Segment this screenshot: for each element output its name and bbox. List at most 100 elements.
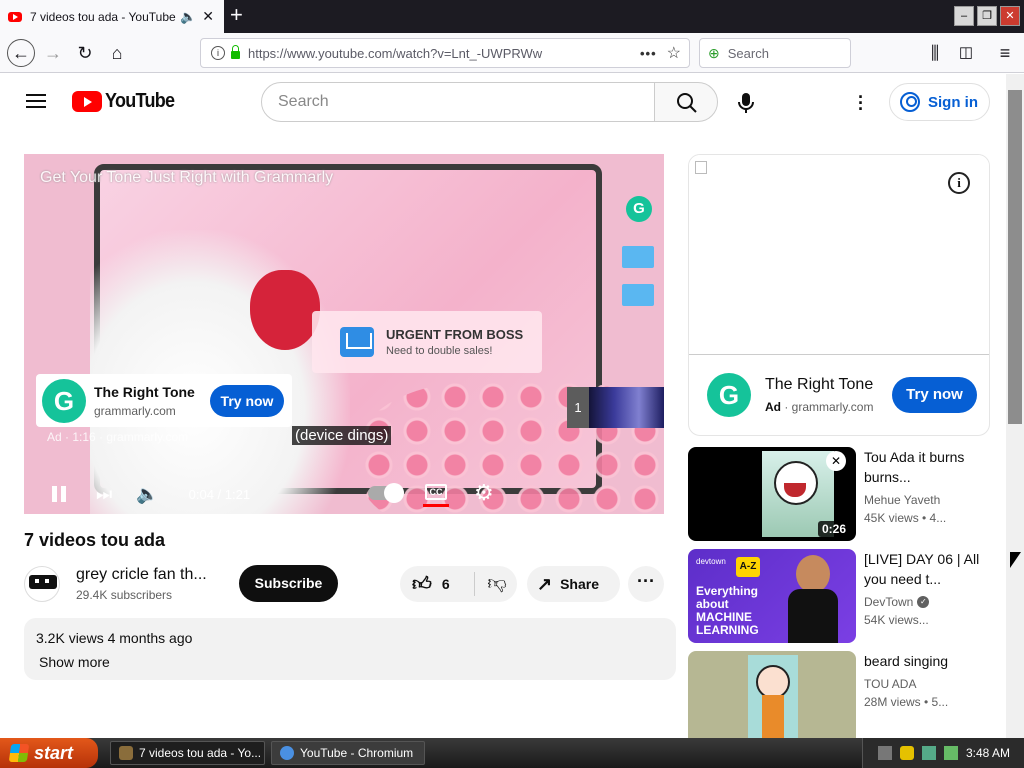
mail-icon: [340, 327, 374, 357]
divider: [474, 572, 475, 596]
recommended-title[interactable]: [LIVE] DAY 06 | All you need t...: [864, 549, 982, 589]
search-placeholder: Search: [278, 93, 329, 110]
gear-icon[interactable]: ⚙: [474, 480, 494, 506]
search-icon: [677, 93, 697, 113]
subtitles-icon[interactable]: CC: [425, 484, 447, 500]
grammarly-logo-icon: G: [42, 378, 86, 423]
page-actions-icon[interactable]: •••: [640, 46, 657, 61]
search-button[interactable]: [654, 82, 718, 122]
browser-search-box[interactable]: ⊕ Search: [699, 38, 851, 68]
autoplay-toggle[interactable]: [368, 483, 404, 503]
ad-queue-preview[interactable]: 1: [567, 387, 664, 428]
sidebar-ad[interactable]: i G The Right Tone Ad · grammarly.com Tr…: [688, 154, 990, 436]
duration-badge: 0:26: [817, 521, 850, 537]
show-more-button[interactable]: Show more: [39, 654, 664, 670]
volume-tray-icon[interactable]: [943, 746, 958, 760]
hamburger-menu-icon[interactable]: ≡: [992, 40, 1018, 66]
tab-title: 7 videos tou ada - YouTube: [30, 9, 176, 24]
bookmark-star-icon[interactable]: ☆: [667, 43, 681, 63]
channel-name[interactable]: grey cricle fan th...: [76, 566, 216, 584]
next-icon[interactable]: ⏭: [96, 484, 112, 505]
back-button[interactable]: ←: [7, 39, 35, 67]
ad-meta: Ad · 1:16 · grammarly.com: [47, 430, 189, 444]
network-icon[interactable]: [921, 746, 936, 760]
settings-kebab-icon[interactable]: · · ·: [858, 88, 864, 118]
taskbar-item-chromium[interactable]: YouTube - Chromium: [271, 741, 425, 765]
site-info-icon[interactable]: i: [211, 46, 225, 60]
subscribe-button[interactable]: Subscribe: [239, 565, 338, 602]
reload-button[interactable]: ↻: [72, 40, 98, 66]
tab-youtube[interactable]: 7 videos tou ada - YouTube 🔈 ✕: [0, 0, 224, 33]
recommended-channel[interactable]: TOU ADA: [864, 677, 982, 691]
volume-icon[interactable]: 🔈: [136, 484, 158, 505]
like-button[interactable]: 👍︎ 6: [400, 566, 474, 602]
search-engine-icon[interactable]: ⊕: [708, 45, 720, 62]
recommended-channel[interactable]: Mehue Yaveth: [864, 493, 982, 507]
close-tab-icon[interactable]: ✕: [202, 8, 214, 25]
close-icon: ✕: [826, 451, 846, 471]
more-actions-icon[interactable]: ···: [628, 566, 664, 602]
close-window-button[interactable]: ✕: [1000, 6, 1020, 26]
guide-menu-icon[interactable]: [26, 94, 46, 112]
maximize-button[interactable]: ❐: [977, 6, 997, 26]
url-text[interactable]: https://www.youtube.com/watch?v=Lnt_-UWP…: [248, 46, 640, 61]
start-button[interactable]: start: [0, 738, 98, 768]
ad-card[interactable]: G The Right Tone grammarly.com Try now: [36, 374, 292, 427]
sign-in-button[interactable]: Sign in: [889, 83, 990, 121]
forward-button[interactable]: →: [40, 40, 66, 66]
youtube-favicon-icon: [8, 11, 22, 22]
pause-icon[interactable]: [52, 486, 66, 502]
ad-domain: grammarly.com: [791, 400, 874, 414]
like-dislike-group: 👍︎ 6 👎︎: [400, 566, 517, 602]
thumbs-up-icon: 👍︎: [412, 573, 432, 595]
minimize-button[interactable]: –: [954, 6, 974, 26]
recommended-views: 28M views • 5...: [864, 695, 949, 709]
subscriber-count: 29.4K subscribers: [76, 588, 173, 602]
try-now-button[interactable]: Try now: [210, 384, 284, 417]
presenter-figure: [788, 555, 838, 643]
grammarly-icon: G: [626, 196, 652, 222]
video-player[interactable]: G URGENT FROM BOSS Need to double sales!…: [24, 154, 664, 514]
notification-text: Need to double sales!: [386, 345, 493, 357]
taskbar-item-label: 7 videos tou ada - Yo...: [139, 746, 262, 760]
youtube-logo[interactable]: YouTube: [72, 90, 182, 113]
scrollbar-thumb[interactable]: [1008, 90, 1022, 424]
try-now-button[interactable]: Try now: [892, 377, 977, 413]
recommended-video[interactable]: ✕ 0:26 Tou Ada it burns burns... Mehue Y…: [688, 447, 990, 541]
recommended-video[interactable]: devtown A-Z Everything about MACHINE LEA…: [688, 549, 990, 643]
milk-splash: [90, 230, 350, 514]
recommended-channel[interactable]: DevTown: [864, 595, 913, 609]
youtube-play-icon: [72, 91, 102, 112]
url-bar[interactable]: i https://www.youtube.com/watch?v=Lnt_-U…: [200, 38, 690, 68]
ad-info-icon[interactable]: i: [948, 172, 970, 194]
share-button[interactable]: ↗ Share: [527, 566, 620, 602]
library-icon[interactable]: ⫼: [922, 40, 948, 66]
share-label: Share: [560, 576, 600, 592]
lock-icon: [231, 45, 240, 59]
broken-image-icon: [695, 161, 707, 174]
video-thumbnail[interactable]: [688, 651, 856, 738]
verified-icon: ✓: [917, 596, 930, 608]
security-shield-icon[interactable]: [899, 746, 914, 760]
taskbar-item-firefox[interactable]: 7 videos tou ada - Yo...: [110, 741, 265, 765]
search-input[interactable]: Search: [261, 82, 655, 122]
thumbs-down-icon[interactable]: 👎︎: [478, 566, 516, 602]
ad-overlay-title[interactable]: Get Your Tone Just Right with Grammarly: [40, 169, 333, 187]
folder-icon: [622, 284, 654, 306]
description-box[interactable]: 3.2K views 4 months ago Show more: [24, 618, 676, 680]
sidebar-icon[interactable]: ◫: [953, 40, 979, 66]
home-icon[interactable]: ⌂: [104, 40, 130, 66]
channel-avatar[interactable]: [24, 566, 60, 602]
microphone-icon[interactable]: [736, 92, 756, 114]
recommended-title[interactable]: beard singing: [864, 651, 982, 671]
cartoon-beard: [762, 695, 784, 738]
video-thumbnail[interactable]: ✕ 0:26: [688, 447, 856, 541]
ad-image[interactable]: i: [689, 155, 989, 355]
speaker-icon[interactable]: 🔈: [180, 9, 196, 25]
video-thumbnail[interactable]: devtown A-Z Everything about MACHINE LEA…: [688, 549, 856, 643]
recommended-title[interactable]: Tou Ada it burns burns...: [864, 447, 982, 487]
recommended-video[interactable]: beard singing TOU ADA 28M views • 5...: [688, 651, 990, 738]
thumbnail-brand: devtown: [696, 557, 726, 566]
keyboard-icon[interactable]: [877, 746, 892, 760]
new-tab-button[interactable]: +: [230, 4, 243, 26]
